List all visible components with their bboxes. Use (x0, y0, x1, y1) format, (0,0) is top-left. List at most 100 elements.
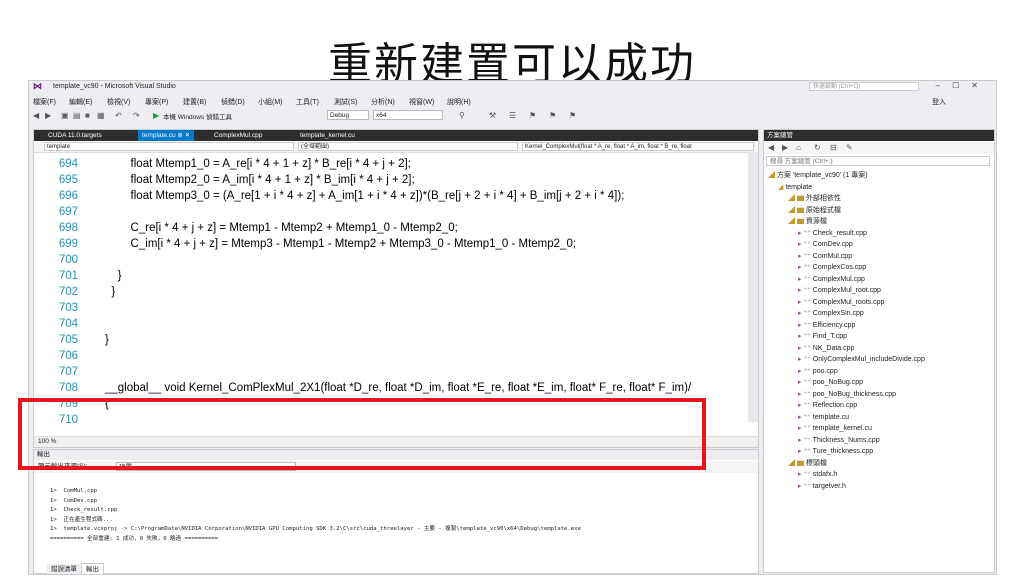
tree-item[interactable]: ▸ ⁺⁺ ComplexSin.cpp (798, 308, 864, 319)
back-icon[interactable]: ◀ (33, 111, 39, 120)
tree-item[interactable]: ◢ template (778, 182, 812, 193)
menu-tools[interactable]: 工具(T) (296, 97, 319, 107)
tab-cuda-targets[interactable]: CUDA 11.0.targets (44, 130, 106, 141)
tree-item[interactable]: ▸ ⁺⁺ poo.cpp (798, 366, 838, 377)
menu-test[interactable]: 測試(S) (334, 97, 357, 107)
tree-item-label: poo_NoBug_thickness.cpp (812, 390, 897, 398)
output-line: 1> ComMul.cpp (50, 488, 98, 494)
start-debug-icon[interactable]: ▶ (153, 111, 159, 120)
line-number: 706 (58, 350, 78, 362)
tree-item-label: targetver.h (812, 482, 846, 490)
scope-dropdown[interactable]: (全域範圍) (298, 142, 518, 151)
back-icon[interactable]: ◀ (768, 143, 774, 152)
redo-icon[interactable]: ↷ (133, 111, 140, 120)
tree-item[interactable]: ▸ ⁺⁺ Check_result.cpp (798, 228, 867, 239)
debugger-label[interactable]: 本機 Windows 偵錯工具 (163, 111, 232, 121)
settings-icon[interactable]: ✎ (846, 143, 853, 152)
tab-error-list[interactable]: 錯誤清單 (47, 564, 81, 574)
find-icon[interactable]: ⚲ (459, 111, 465, 120)
build-icon[interactable]: ⚒ (489, 111, 496, 120)
tree-item[interactable]: ◢ ▆ 標頭檔 (788, 458, 827, 469)
menu-team[interactable]: 小組(M) (258, 97, 283, 107)
tree-item[interactable]: ▸ ⁺⁺ NK_Data.cpp (798, 343, 854, 354)
code-area[interactable]: 694 float Mtemp1_0 = A_re[i * 4 + 1 + z]… (34, 156, 744, 428)
tree-item[interactable]: ◢ ▆ 資源檔 (788, 216, 827, 227)
menu-window[interactable]: 視窗(W) (409, 97, 434, 107)
menu-debug[interactable]: 偵錯(D) (221, 97, 245, 107)
menu-file[interactable]: 檔案(F) (33, 97, 56, 107)
tree-item[interactable]: ▸ ⁺⁺ template_kernel.cu (798, 423, 872, 434)
tree-item[interactable]: ▸ ⁺⁺ ComDev.cpp (798, 239, 853, 250)
solution-search-input[interactable]: 搜尋 方案總管 (Ctrl+;) (766, 156, 990, 166)
bookmark-icon[interactable]: ⚑ (529, 111, 536, 120)
line-number: 705 (58, 334, 78, 346)
new-project-icon[interactable]: ▣ (61, 111, 69, 120)
file-icon: ▸ ⁺⁺ (798, 482, 813, 490)
sign-in-link[interactable]: 登入 (932, 97, 946, 107)
config-select[interactable]: Debug (327, 110, 369, 120)
forward-icon[interactable]: ▶ (45, 111, 51, 120)
tree-item[interactable]: ▸ ⁺⁺ ComplexCos.cpp (798, 262, 866, 273)
home-icon[interactable]: ⌂ (796, 143, 801, 152)
tree-item-label: ComplexSin.cpp (812, 310, 864, 317)
menu-project[interactable]: 專案(P) (145, 97, 168, 107)
tree-item-label: Thickness_Nums.cpp (812, 436, 880, 444)
tree-item[interactable]: ▸ ⁺⁺ OnlyComplexMul_includeDivide.cpp (798, 354, 925, 365)
menu-analyze[interactable]: 分析(N) (371, 97, 395, 107)
tree-item[interactable]: ▸ ⁺⁺ poo_NoBug_thickness.cpp (798, 389, 896, 400)
tree-item[interactable]: ▸ ⁺⁺ ComMul.cpp (798, 251, 852, 262)
tree-item[interactable]: ◢ ▆ 原始程式檔 (788, 205, 841, 216)
open-icon[interactable]: ▤ (73, 111, 81, 120)
quick-launch-input[interactable]: 快速啟動 (Ctrl+Q) (809, 82, 919, 91)
menu-view[interactable]: 檢視(V) (107, 97, 130, 107)
tree-item-label: Ture_thickness.cpp (812, 448, 874, 455)
folder-icon: ◢ ▆ (788, 206, 806, 214)
output-line: 1> 正在產生程式碼... (50, 516, 113, 523)
tree-item[interactable]: ▸ ⁺⁺ targetver.h (798, 481, 846, 492)
menu-build[interactable]: 建置(B) (183, 97, 206, 107)
save-all-icon[interactable]: ▦ (97, 111, 105, 120)
tree-item-label: 方案 'template_vc90' (1 專案) (776, 172, 868, 179)
bookmark-next-icon[interactable]: ⚑ (549, 111, 556, 120)
save-icon[interactable]: ■ (85, 111, 90, 120)
bookmark-prev-icon[interactable]: ⚑ (569, 111, 576, 120)
tree-item[interactable]: ▸ ⁺⁺ ComplexMul_root.cpp (798, 285, 881, 296)
tree-item-label: Check_result.cpp (812, 229, 867, 237)
bottom-tabs: 錯誤清單 輸出 (47, 563, 104, 574)
tree-item[interactable]: ▸ ⁺⁺ Efficiency.cpp (798, 320, 855, 331)
tree-item-label: template.cu (812, 413, 849, 421)
tab-output[interactable]: 輸出 (81, 563, 104, 574)
tree-item-label: Efficiency.cpp (812, 321, 856, 329)
menu-edit[interactable]: 編輯(E) (69, 97, 92, 107)
forward-icon[interactable]: ▶ (782, 143, 788, 152)
collapse-icon[interactable]: ⊟ (830, 143, 837, 152)
refresh-icon[interactable]: ↻ (814, 143, 821, 152)
undo-icon[interactable]: ↶ (115, 111, 122, 120)
tree-item[interactable]: ◢ 方案 'template_vc90' (1 專案) (768, 170, 868, 181)
tree-item[interactable]: ▸ ⁺⁺ Reflection.cpp (798, 400, 857, 411)
menu-help[interactable]: 說明(H) (447, 97, 471, 107)
tab-template-kernel[interactable]: template_kernel.cu (296, 130, 359, 141)
tree-item[interactable]: ▸ ⁺⁺ Ture_thickness.cpp (798, 446, 873, 457)
window-controls[interactable]: –☐✕ (936, 81, 990, 90)
tree-item[interactable]: ▸ ⁺⁺ Thickness_Nums.cpp (798, 435, 880, 446)
tree-item[interactable]: ▸ ⁺⁺ poo_NoBug.cpp (798, 377, 863, 388)
tree-item[interactable]: ▸ ⁺⁺ template.cu (798, 412, 849, 423)
tab-template-cu[interactable]: template.cu ⊕ ✕ (138, 130, 195, 141)
tree-item[interactable]: ▸ ⁺⁺ stdafx.h (798, 469, 837, 480)
project-dropdown[interactable]: template (44, 142, 294, 151)
tree-item[interactable]: ▸ ⁺⁺ ComplexMul_roots.cpp (798, 297, 884, 308)
tree-item[interactable]: ▸ ⁺⁺ ComplexMul.cpp (798, 274, 865, 285)
tab-complexmul[interactable]: ComplexMul.cpp (210, 130, 266, 141)
function-dropdown[interactable]: Kernel_ComplexMul(float * A_re, float * … (522, 142, 754, 151)
code-line: 699 C_im[i * 4 + j + z] = Mtemp3 - Mtemp… (34, 236, 744, 252)
tree-item[interactable]: ◢ ▆ 外部相依性 (788, 193, 841, 204)
file-icon: ▸ ⁺⁺ (798, 252, 813, 260)
vertical-scrollbar[interactable] (748, 152, 758, 422)
code-text: float Mtemp2_0 = A_im[i * 4 + 1 + z] * B… (105, 174, 415, 186)
comment-icon[interactable]: ☰ (509, 111, 516, 120)
platform-select[interactable]: x64 (373, 110, 443, 120)
file-icon: ▸ ⁺⁺ (798, 379, 813, 386)
file-icon: ▸ ⁺⁺ (798, 229, 813, 237)
tree-item[interactable]: ▸ ⁺⁺ Find_T.cpp (798, 331, 847, 342)
